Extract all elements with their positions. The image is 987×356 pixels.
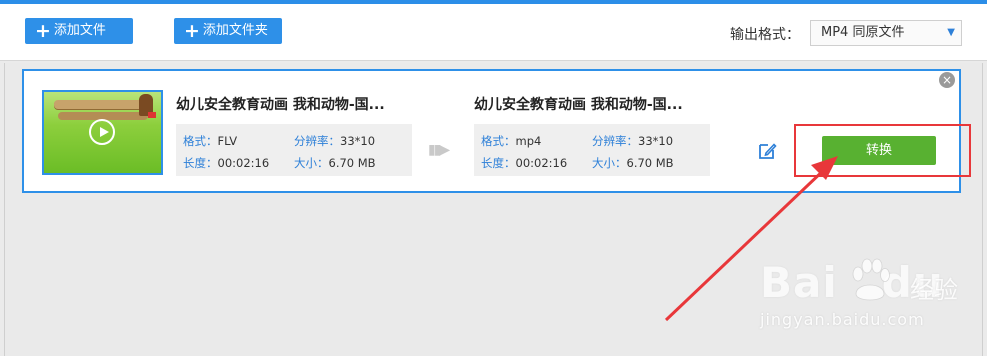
target-info-panel: 格式：mp4 分辨率：33*10 长度：00:02:16 大小：6.70 MB xyxy=(474,124,710,176)
size-value: 6.70 MB xyxy=(328,156,376,170)
add-file-button[interactable]: + 添加文件 xyxy=(25,18,133,44)
source-file-name: 幼儿安全教育动画 我和动物-国... xyxy=(176,97,385,113)
plus-icon: + xyxy=(35,20,51,42)
resolution-value: 33*10 xyxy=(638,134,674,148)
format-key: 格式： xyxy=(183,134,218,148)
output-format-select[interactable]: MP4 同原文件 ▼ xyxy=(810,20,962,46)
target-file-name: 幼儿安全教育动画 我和动物-国... xyxy=(474,97,683,113)
plus-icon: + xyxy=(184,20,200,42)
resolution-key: 分辨率： xyxy=(294,134,340,148)
paw-icon xyxy=(852,258,890,301)
watermark-chinese: 经验 xyxy=(910,276,958,304)
add-folder-button[interactable]: + 添加文件夹 xyxy=(174,18,282,44)
edit-icon[interactable] xyxy=(757,141,777,161)
output-format-value: MP4 同原文件 xyxy=(821,25,905,40)
watermark-site: jingyan.baidu.com xyxy=(760,310,925,329)
play-icon[interactable] xyxy=(89,119,115,145)
target-resolution-row: 分辨率：33*10 xyxy=(592,133,673,149)
duration-key: 长度： xyxy=(481,156,516,170)
toolbar: + 添加文件 + 添加文件夹 输出格式： MP4 同原文件 ▼ xyxy=(0,4,987,61)
thumbnail-art xyxy=(148,112,156,118)
source-duration-row: 长度：00:02:16 xyxy=(183,155,269,171)
close-icon[interactable]: × xyxy=(939,72,955,88)
format-value: mp4 xyxy=(515,134,542,148)
duration-value: 00:02:16 xyxy=(515,156,568,170)
baidu-jingyan-watermark: Bai du 经验 jingyan.baidu.com xyxy=(760,244,980,344)
video-thumbnail[interactable] xyxy=(42,90,163,175)
annotation-highlight-box xyxy=(794,124,971,177)
format-key: 格式： xyxy=(481,134,516,148)
dropdown-caret-icon: ▼ xyxy=(947,27,955,38)
format-value: FLV xyxy=(217,134,238,148)
resolution-value: 33*10 xyxy=(340,134,376,148)
source-format-row: 格式：FLV xyxy=(183,133,237,149)
source-resolution-row: 分辨率：33*10 xyxy=(294,133,375,149)
source-size-row: 大小：6.70 MB xyxy=(294,155,376,171)
output-format-label: 输出格式： xyxy=(730,27,800,43)
source-info-panel: 格式：FLV 分辨率：33*10 长度：00:02:16 大小：6.70 MB xyxy=(176,124,412,176)
duration-value: 00:02:16 xyxy=(217,156,270,170)
arrow-right-icon: ▮▮▶ xyxy=(428,142,450,158)
duration-key: 长度： xyxy=(183,156,218,170)
size-key: 大小： xyxy=(592,156,627,170)
size-value: 6.70 MB xyxy=(626,156,674,170)
size-key: 大小： xyxy=(294,156,329,170)
target-size-row: 大小：6.70 MB xyxy=(592,155,674,171)
add-file-label: 添加文件 xyxy=(53,23,106,38)
add-folder-label: 添加文件夹 xyxy=(202,23,268,38)
thumbnail-art xyxy=(54,100,149,109)
resolution-key: 分辨率： xyxy=(592,134,638,148)
target-duration-row: 长度：00:02:16 xyxy=(481,155,567,171)
target-format-row: 格式：mp4 xyxy=(481,133,541,149)
